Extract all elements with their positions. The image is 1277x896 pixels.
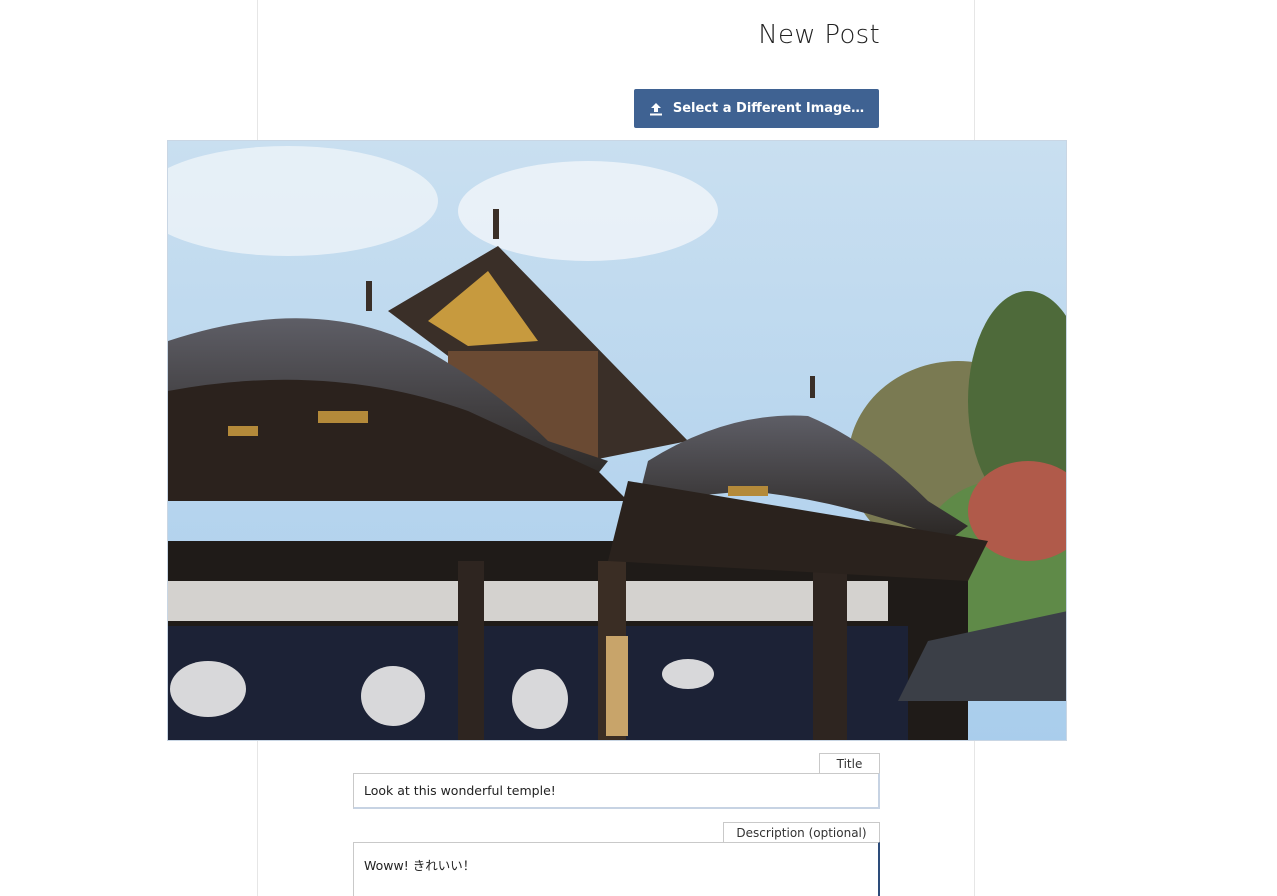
description-textarea[interactable]: Woww! きれいい！: [353, 842, 880, 896]
post-image-preview: [167, 140, 1067, 741]
title-label: Title: [819, 753, 880, 774]
select-image-label: Select a Different Image…: [672, 101, 865, 116]
title-input[interactable]: Look at this wonderful temple!: [353, 773, 880, 809]
select-different-image-button[interactable]: Select a Different Image…: [634, 89, 879, 128]
upload-icon: [649, 102, 663, 116]
temple-photo: [168, 141, 1066, 740]
page-title: New Post: [758, 20, 880, 50]
description-label: Description (optional): [723, 822, 880, 843]
new-post-page: New Post Select a Different Image… Title…: [0, 0, 1277, 896]
